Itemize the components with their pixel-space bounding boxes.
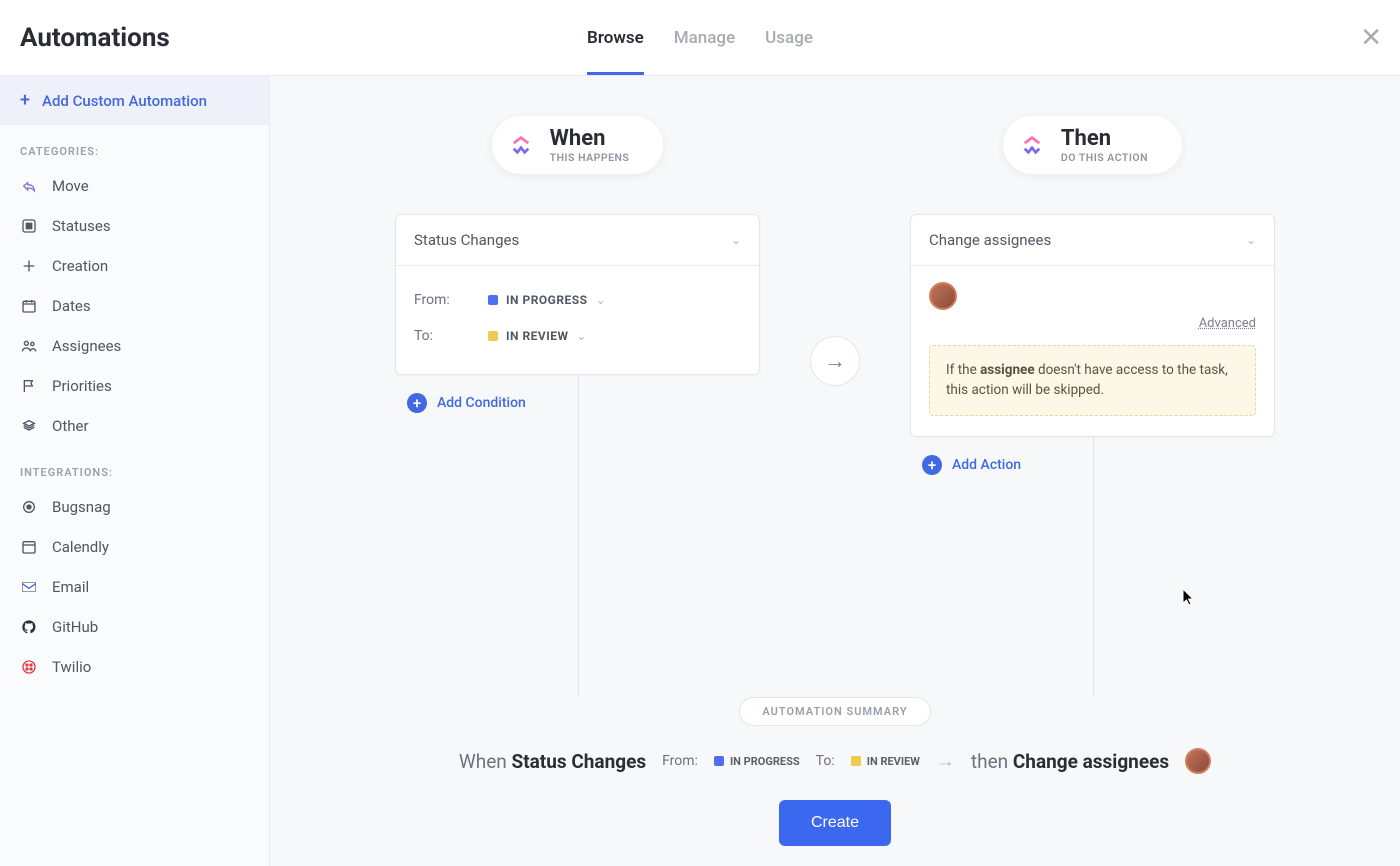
footer: AUTOMATION SUMMARY When Status Changes F… [270, 697, 1400, 866]
to-status-select[interactable]: IN REVIEW ⌄ [488, 329, 587, 343]
plus-icon: + [20, 90, 30, 111]
sidebar-item-label: Move [52, 177, 89, 195]
tabs: Browse Manage Usage [587, 0, 813, 75]
when-column: When THIS HAPPENS Status Changes ⌄ From: [320, 116, 835, 697]
tab-usage[interactable]: Usage [765, 0, 813, 75]
assignee-avatar[interactable] [929, 282, 957, 310]
sidebar-item-dates[interactable]: Dates [0, 286, 269, 326]
add-condition-label: Add Condition [437, 395, 526, 411]
sidebar-item-calendly[interactable]: Calendly [0, 527, 269, 567]
sidebar-item-priorities[interactable]: Priorities [0, 366, 269, 406]
add-action-button[interactable]: + Add Action [910, 455, 1275, 475]
tab-browse[interactable]: Browse [587, 0, 644, 75]
assignee-avatar [1185, 748, 1211, 774]
sidebar-item-label: Dates [52, 297, 91, 315]
sidebar-item-label: Statuses [52, 217, 111, 235]
close-button[interactable]: ✕ [1360, 23, 1382, 53]
sidebar-item-other[interactable]: Other [0, 406, 269, 446]
sidebar-item-label: Priorities [52, 377, 112, 395]
then-subtitle: DO THIS ACTION [1061, 151, 1148, 164]
when-header-pill: When THIS HAPPENS [492, 116, 664, 174]
sidebar-item-label: Creation [52, 257, 108, 275]
sidebar-item-statuses[interactable]: Statuses [0, 206, 269, 246]
clickup-logo-icon [506, 130, 536, 160]
from-status-value: IN PROGRESS [506, 293, 588, 307]
sidebar-item-label: Bugsnag [52, 498, 111, 516]
share-icon [20, 177, 38, 195]
chevron-down-icon: ⌄ [577, 329, 587, 343]
clickup-logo-icon [1017, 130, 1047, 160]
sidebar-item-label: Calendly [52, 538, 109, 556]
create-button[interactable]: Create [779, 800, 891, 846]
summary-label: AUTOMATION SUMMARY [739, 697, 930, 726]
square-icon [20, 217, 38, 235]
when-title: When [550, 126, 630, 151]
github-icon [20, 618, 38, 636]
chevron-down-icon: ⌄ [1246, 233, 1256, 247]
add-custom-automation-button[interactable]: + Add Custom Automation [0, 76, 269, 125]
close-icon: ✕ [1360, 23, 1382, 53]
sidebar-item-label: GitHub [52, 618, 98, 636]
arrow-right-icon: → [936, 749, 955, 773]
sidebar-item-move[interactable]: Move [0, 166, 269, 206]
action-select-value: Change assignees [929, 231, 1051, 249]
sidebar-item-label: Twilio [52, 658, 91, 676]
sidebar-item-assignees[interactable]: Assignees [0, 326, 269, 366]
main-content: When THIS HAPPENS Status Changes ⌄ From: [270, 76, 1400, 866]
plus-circle-icon: + [407, 393, 427, 413]
status-color-swatch [488, 331, 498, 341]
add-condition-button[interactable]: + Add Condition [395, 393, 760, 413]
add-custom-label: Add Custom Automation [42, 92, 207, 110]
then-header-pill: Then DO THIS ACTION [1003, 116, 1182, 174]
sidebar-item-label: Email [52, 578, 89, 596]
advanced-link[interactable]: Advanced [929, 316, 1256, 331]
trigger-select-value: Status Changes [414, 231, 519, 249]
add-action-label: Add Action [952, 457, 1021, 473]
calendly-icon [20, 538, 38, 556]
sidebar-item-email[interactable]: Email [0, 567, 269, 607]
then-column: Then DO THIS ACTION Change assignees ⌄ A… [835, 116, 1350, 697]
then-title: Then [1061, 126, 1148, 151]
email-icon [20, 578, 38, 596]
sidebar: + Add Custom Automation CATEGORIES: Move… [0, 76, 270, 866]
stack-icon [20, 417, 38, 435]
from-label: From: [414, 292, 458, 308]
page-title: Automations [20, 23, 170, 53]
sidebar-item-creation[interactable]: Creation [0, 246, 269, 286]
sidebar-item-bugsnag[interactable]: Bugsnag [0, 487, 269, 527]
sidebar-item-label: Assignees [52, 337, 121, 355]
sidebar-item-twilio[interactable]: Twilio [0, 647, 269, 687]
warning-box: If the assignee doesn't have access to t… [929, 345, 1256, 416]
integrations-header: INTEGRATIONS: [0, 446, 269, 487]
action-card: Change assignees ⌄ Advanced If the assig… [910, 214, 1275, 437]
from-status-select[interactable]: IN PROGRESS ⌄ [488, 293, 606, 307]
calendar-icon [20, 297, 38, 315]
when-subtitle: THIS HAPPENS [550, 151, 630, 164]
bugsnag-icon [20, 498, 38, 516]
sidebar-item-github[interactable]: GitHub [0, 607, 269, 647]
tab-manage[interactable]: Manage [674, 0, 735, 75]
people-icon [20, 337, 38, 355]
trigger-card: Status Changes ⌄ From: IN PROGRESS ⌄ [395, 214, 760, 375]
flow-arrow-icon: → [810, 336, 860, 386]
flag-icon [20, 377, 38, 395]
action-select[interactable]: Change assignees ⌄ [911, 215, 1274, 266]
chevron-down-icon: ⌄ [731, 233, 741, 247]
trigger-select[interactable]: Status Changes ⌄ [396, 215, 759, 266]
plus-cross-icon [20, 257, 38, 275]
to-label: To: [414, 328, 458, 344]
categories-header: CATEGORIES: [0, 125, 269, 166]
status-color-swatch [488, 295, 498, 305]
summary-line: When Status Changes From: IN PROGRESS To… [270, 748, 1400, 774]
twilio-icon [20, 658, 38, 676]
sidebar-item-label: Other [52, 417, 89, 435]
chevron-down-icon: ⌄ [596, 293, 606, 307]
plus-circle-icon: + [922, 455, 942, 475]
to-status-value: IN REVIEW [506, 329, 569, 343]
